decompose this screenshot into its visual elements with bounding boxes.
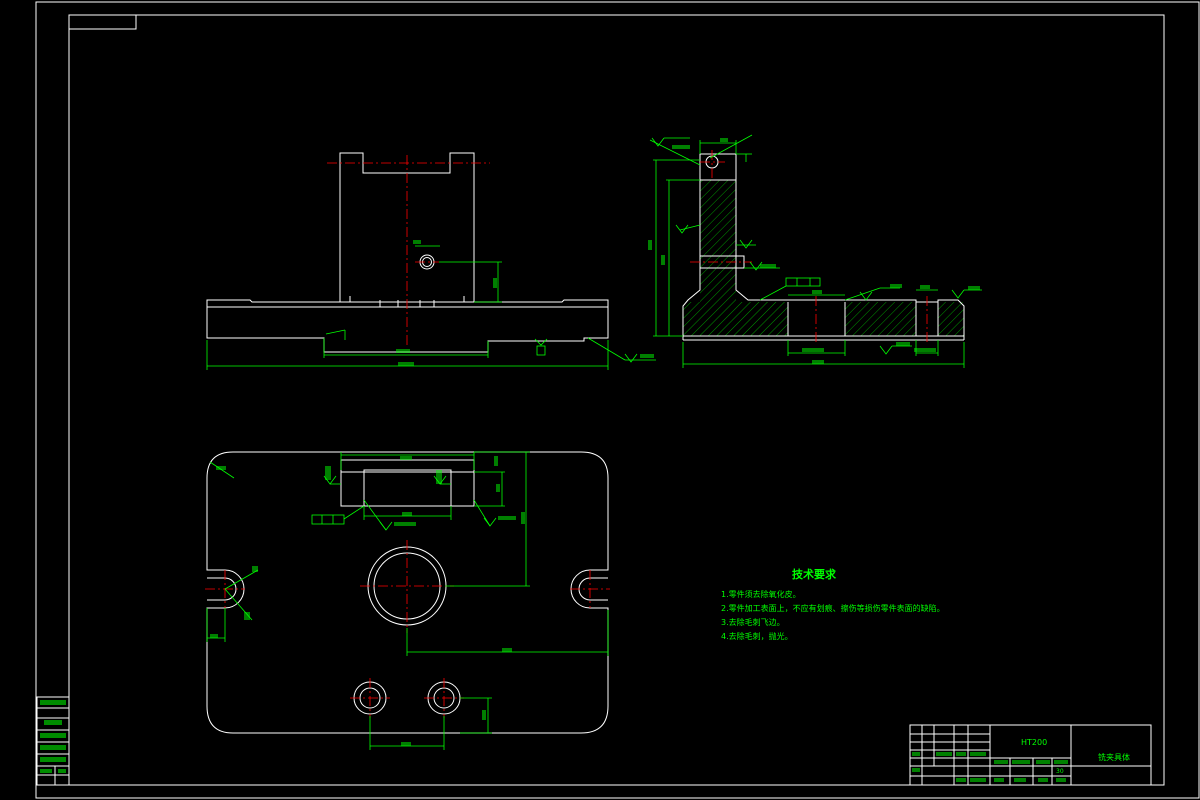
- title-block: HT200 铣夹具体 30: [909, 724, 1152, 786]
- front-view-base: [206, 299, 609, 353]
- section-hatching: [683, 180, 964, 336]
- title-block-part-name: 铣夹具体: [1098, 752, 1130, 762]
- top-view-outline: [206, 451, 609, 734]
- top-view-slot: [340, 459, 475, 507]
- title-block-scale-value: 30: [1056, 768, 1064, 775]
- tech-requirement-item: 1.零件须去除氧化皮。: [721, 589, 801, 599]
- outer-border: [35, 1, 1200, 799]
- title-block-material: HT200: [1021, 738, 1047, 747]
- binding-block: [36, 696, 70, 786]
- tech-requirement-item: 4.去除毛刺，抛光。: [721, 631, 793, 641]
- code-box: [68, 14, 137, 30]
- engineering-drawing: 技术要求 1.零件须去除氧化皮。 2.零件加工表面上，不应有划痕、擦伤等损伤零件…: [35, 1, 1200, 799]
- front-view: [206, 152, 656, 370]
- technical-requirements: 技术要求 1.零件须去除氧化皮。 2.零件加工表面上，不应有划痕、擦伤等损伤零件…: [721, 567, 945, 641]
- tech-requirement-item: 3.去除毛刺飞边。: [721, 617, 785, 627]
- sheet-border: [35, 1, 1200, 799]
- tech-requirement-item: 2.零件加工表面上，不应有划痕、擦伤等损伤零件表面的缺陷。: [721, 603, 945, 613]
- side-section-view: [648, 134, 982, 368]
- tech-requirements-title: 技术要求: [792, 567, 837, 581]
- inner-border: [68, 14, 1165, 786]
- top-view: [205, 451, 610, 750]
